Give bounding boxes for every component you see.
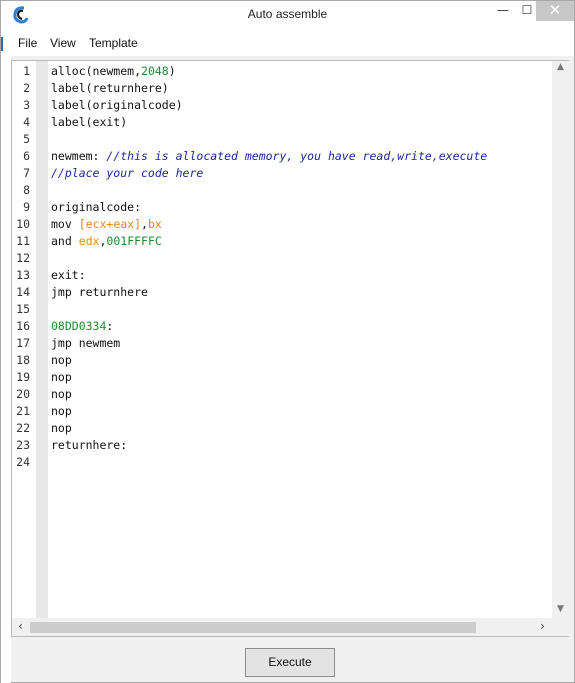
- title-bar[interactable]: Auto assemble — ☐ ✕: [1, 1, 574, 29]
- code-line: label(exit): [51, 115, 127, 129]
- code-line: alloc(newmem,2048): [51, 64, 176, 78]
- line-number: 23: [16, 438, 30, 452]
- code-token: edx: [78, 234, 100, 248]
- code-line: //place your code here: [51, 166, 203, 180]
- line-number: 6: [23, 149, 30, 163]
- code-line: mov [ecx+eax],bx: [51, 217, 162, 231]
- line-number: 5: [23, 132, 30, 146]
- code-token: //this is allocated memory, you have rea…: [106, 149, 488, 163]
- code-token: returnhere:: [51, 438, 128, 452]
- code-token: ): [168, 64, 176, 78]
- execute-button[interactable]: Execute: [245, 648, 335, 677]
- code-area[interactable]: alloc(newmem,2048) label(returnhere) label…: [48, 61, 552, 618]
- code-token: and: [51, 234, 79, 248]
- line-number: 4: [23, 115, 30, 129]
- code-token: nop: [51, 387, 72, 401]
- code-line: and edx,001FFFFC: [51, 234, 162, 248]
- line-number: 11: [16, 234, 30, 248]
- code-line: jmp returnhere: [51, 285, 148, 299]
- minimize-icon: —: [497, 3, 509, 17]
- line-number: 21: [16, 404, 30, 418]
- line-number: 14: [16, 285, 30, 299]
- menu-bar: File View Template: [11, 29, 574, 56]
- close-button[interactable]: ✕: [536, 1, 574, 21]
- line-number: 7: [23, 166, 30, 180]
- line-number: 17: [16, 336, 30, 350]
- line-number: 20: [16, 387, 30, 401]
- horizontal-scroll-thumb[interactable]: [30, 622, 476, 633]
- scroll-right-icon[interactable]: ›: [534, 619, 551, 633]
- maximize-icon: ☐: [521, 3, 533, 17]
- line-number: 9: [23, 200, 30, 214]
- window-title: Auto assemble: [247, 7, 328, 21]
- code-line: 08DD0334:: [51, 319, 113, 333]
- code-line: exit:: [51, 268, 86, 282]
- code-token: newmem:: [51, 149, 107, 163]
- code-line: nop: [51, 421, 72, 435]
- left-edge-mark: [1, 37, 3, 51]
- code-token: ,: [141, 217, 148, 231]
- menu-file[interactable]: File: [18, 36, 37, 50]
- fold-margin: [36, 61, 48, 618]
- line-number: 18: [16, 353, 30, 367]
- scroll-down-icon[interactable]: ▼: [552, 604, 569, 614]
- scroll-up-icon[interactable]: ▲: [552, 62, 569, 72]
- line-number: 8: [23, 183, 30, 197]
- code-token: //place your code here: [51, 166, 204, 180]
- code-line: nop: [51, 370, 72, 384]
- code-token: label(returnhere): [51, 81, 169, 95]
- horizontal-scrollbar[interactable]: ‹ ›: [12, 618, 569, 636]
- line-number: 24: [16, 455, 30, 469]
- close-icon: ✕: [548, 1, 562, 19]
- code-editor[interactable]: 1 2 3 4 5 6 7 8 9 10 11 12 13 14 15 16 17 18 19 20 21 22 23 24 …: [11, 60, 569, 637]
- code-line: returnhere:: [51, 438, 127, 452]
- code-token: jmp newmem: [51, 336, 121, 350]
- code-token: mov: [51, 217, 79, 231]
- code-line: jmp newmem: [51, 336, 120, 350]
- auto-assemble-window: Auto assemble — ☐ ✕ File View Template 1…: [0, 0, 575, 683]
- line-number: 16: [16, 319, 30, 333]
- code-token: 001FFFFC: [106, 234, 162, 248]
- code-token: label(originalcode): [51, 98, 183, 112]
- code-token: nop: [51, 421, 72, 435]
- left-border: [1, 29, 11, 683]
- code-token: :: [106, 319, 114, 333]
- code-token: nop: [51, 404, 72, 418]
- vertical-scrollbar[interactable]: ▲ ▼: [552, 61, 569, 618]
- menu-view[interactable]: View: [50, 36, 76, 50]
- code-token: nop: [51, 353, 72, 367]
- code-token: alloc(newmem,: [51, 64, 142, 78]
- line-number: 3: [23, 98, 30, 112]
- code-line: newmem: //this is allocated memory, you …: [51, 149, 487, 163]
- code-token: 2048: [141, 64, 169, 78]
- code-line: nop: [51, 404, 72, 418]
- code-line: label(originalcode): [51, 98, 183, 112]
- line-number: 1: [23, 64, 30, 78]
- menu-template[interactable]: Template: [89, 36, 138, 50]
- line-number: 22: [16, 421, 30, 435]
- code-token: nop: [51, 370, 72, 384]
- code-line: label(returnhere): [51, 81, 169, 95]
- line-number-gutter: 1 2 3 4 5 6 7 8 9 10 11 12 13 14 15 16 17 18 19 20 21 22 23 24: [12, 61, 36, 618]
- line-number: 19: [16, 370, 30, 384]
- minimize-button[interactable]: —: [490, 1, 516, 21]
- code-line: nop: [51, 387, 72, 401]
- code-token: bx: [147, 217, 162, 231]
- code-token: [ecx+eax]: [78, 217, 142, 231]
- code-token: originalcode:: [51, 200, 142, 214]
- code-token: 08DD0334: [51, 319, 107, 333]
- line-number: 12: [16, 251, 30, 265]
- line-number: 15: [16, 302, 30, 316]
- code-token: jmp returnhere: [51, 285, 148, 299]
- code-token: label(exit): [51, 115, 128, 129]
- line-number: 2: [23, 81, 30, 95]
- scroll-left-icon[interactable]: ‹: [12, 619, 29, 633]
- code-token: exit:: [51, 268, 86, 282]
- line-number: 13: [16, 268, 30, 282]
- code-line: originalcode:: [51, 200, 141, 214]
- code-line: nop: [51, 353, 72, 367]
- line-number: 10: [16, 217, 30, 231]
